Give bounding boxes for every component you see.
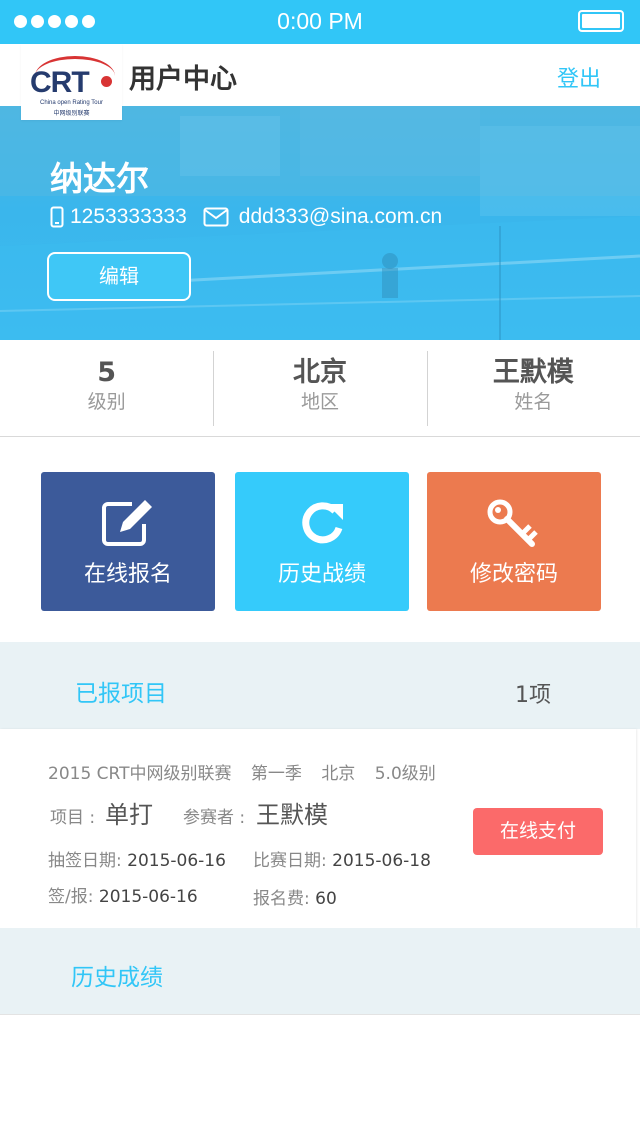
logout-button[interactable]: 登出 bbox=[557, 61, 601, 93]
contact-info: 1253333333 ddd333@sina.com.cn bbox=[50, 205, 442, 229]
online-signup-label: 在线报名 bbox=[83, 562, 172, 587]
fee-label: 报名费: bbox=[253, 889, 310, 909]
event-info: 2015 CRT中网级别联赛 第一季 北京 5.0级别 bbox=[48, 759, 450, 784]
history-title: 历史成绩 bbox=[71, 965, 163, 991]
user-info-row: 5 级别 北京 地区 王默模 姓名 bbox=[0, 340, 640, 437]
history-record-label: 历史战绩 bbox=[277, 562, 366, 587]
info-region: 北京 地区 bbox=[213, 340, 426, 436]
edit-profile-button[interactable]: 编辑 bbox=[47, 252, 191, 301]
registration-fee: 报名费: 60 bbox=[253, 884, 337, 909]
registration-card: 2015 CRT中网级别联赛 第一季 北京 5.0级别 项目 : 单打 参赛者 … bbox=[0, 729, 636, 928]
key-icon bbox=[487, 499, 538, 547]
sign-date-value: 2015-06-16 bbox=[98, 887, 198, 907]
level-value: 5 bbox=[97, 357, 117, 388]
registered-section-header: 已报项目 1项 bbox=[0, 642, 640, 729]
refresh-icon bbox=[302, 502, 343, 544]
player-label: 参赛者 : bbox=[183, 808, 246, 828]
action-tiles: 在线报名 历史战绩 修改密码 bbox=[0, 437, 640, 642]
email-address: ddd333@sina.com.cn bbox=[238, 205, 443, 228]
registered-count: 1项 bbox=[515, 683, 551, 708]
status-time: 0:00 PM bbox=[277, 8, 363, 34]
event-season: 第一季 bbox=[250, 764, 302, 784]
status-bar: 0:00 PM bbox=[0, 0, 640, 44]
player-value: 王默模 bbox=[256, 801, 328, 829]
item-value: 单打 bbox=[105, 801, 153, 829]
sign-date-label: 签/报: bbox=[48, 887, 94, 907]
registered-title: 已报项目 bbox=[75, 681, 167, 707]
level-label: 级别 bbox=[87, 391, 126, 413]
draw-date: 抽签日期: 2015-06-16 bbox=[48, 846, 226, 871]
logo-subtitle: China open Rating Tour bbox=[40, 100, 103, 106]
crt-logo[interactable]: CRT China open Rating Tour 中网级别联赛 bbox=[21, 44, 122, 120]
info-name: 王默模 姓名 bbox=[426, 340, 640, 436]
sign-date: 签/报: 2015-06-16 bbox=[48, 882, 198, 907]
draw-date-label: 抽签日期: bbox=[48, 851, 122, 871]
match-date-label: 比赛日期: bbox=[253, 851, 327, 871]
event-name: 2015 CRT中网级别联赛 bbox=[48, 764, 232, 784]
match-date-value: 2015-06-18 bbox=[332, 851, 431, 871]
match-date: 比赛日期: 2015-06-18 bbox=[253, 846, 431, 871]
phone-icon bbox=[50, 206, 64, 228]
page-title: 用户中心 bbox=[129, 64, 237, 95]
name-value: 王默模 bbox=[492, 357, 574, 388]
phone-number: 1253333333 bbox=[70, 205, 187, 228]
user-name: 纳达尔 bbox=[50, 159, 149, 198]
edit-icon bbox=[102, 500, 152, 546]
change-password-label: 修改密码 bbox=[469, 562, 558, 587]
logo-subtitle-cn: 中网级别联赛 bbox=[53, 110, 90, 117]
name-label: 姓名 bbox=[514, 391, 553, 413]
change-password-button[interactable]: 修改密码 bbox=[427, 472, 601, 611]
draw-date-value: 2015-06-16 bbox=[127, 851, 226, 871]
history-section-header[interactable]: 历史成绩 bbox=[0, 928, 640, 1015]
online-signup-button[interactable]: 在线报名 bbox=[41, 472, 215, 611]
email-icon bbox=[203, 207, 229, 227]
fee-value: 60 bbox=[315, 889, 337, 909]
online-pay-button[interactable]: 在线支付 bbox=[473, 808, 603, 855]
event-city: 北京 bbox=[321, 764, 356, 784]
info-level: 5 级别 bbox=[0, 340, 213, 436]
region-label: 地区 bbox=[300, 391, 339, 413]
region-value: 北京 bbox=[292, 357, 347, 388]
battery-icon bbox=[578, 10, 624, 32]
divider bbox=[0, 1014, 640, 1015]
event-level: 5.0级别 bbox=[374, 764, 436, 784]
item-label: 项目 : bbox=[50, 808, 96, 828]
logo-text: CRT bbox=[30, 66, 90, 99]
history-record-button[interactable]: 历史战绩 bbox=[235, 472, 409, 611]
